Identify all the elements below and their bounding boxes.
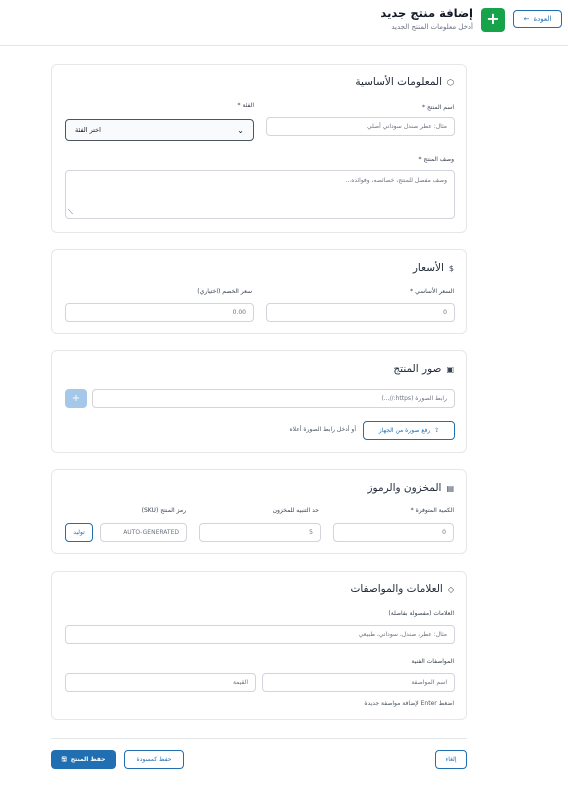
add-image-button-label: + (71, 393, 81, 404)
product-name-label: اسم المنتج * (422, 104, 454, 111)
basic-info-title: ⬡ المعلومات الأساسية (355, 76, 454, 88)
cancel-button-label: إلغاء (445, 756, 457, 763)
cancel-button[interactable]: إلغاء (435, 750, 467, 769)
cube-icon: ⬡ (447, 77, 454, 87)
inventory-title: ▤ المخزون والرموز (367, 482, 454, 494)
tags-input[interactable]: مثال: عطر، صندل، سوداني، طبيعي (65, 625, 455, 644)
upload-hint: أو أدخل رابط الصورة أعلاه (289, 426, 356, 433)
tag-icon: ◇ (447, 584, 454, 594)
tags-specs-title: ◇ العلامات والمواصفات (350, 583, 454, 595)
sku-input[interactable]: AUTO-GENERATED (100, 523, 187, 542)
resize-handle-icon[interactable]: ⟋ (68, 208, 73, 217)
product-name-input[interactable]: مثال: عطر صندل سوداني أصلي (266, 117, 455, 136)
threshold-input[interactable]: 5 (199, 523, 321, 542)
category-select[interactable]: ⌄ اختر الفئة (65, 119, 254, 141)
inventory-title-text: المخزون والرموز (367, 482, 442, 494)
dollar-icon: $ (448, 263, 454, 273)
tags-specs-title-text: العلامات والمواصفات (350, 583, 443, 595)
upload-image-button[interactable]: ⇪ رفع صورة من الجهاز (363, 421, 455, 440)
threshold-label: حد التنبيه للمخزون (272, 507, 319, 514)
spec-name-input[interactable]: اسم المواصفة (262, 673, 455, 692)
specs-hint: اضغط Enter لإضافة مواصفة جديدة (364, 700, 454, 707)
description-textarea[interactable]: وصف مفصل للمنتج، خصائصه، وفوائده... ⟋ (65, 170, 455, 219)
back-button-label: العودة (533, 15, 552, 23)
page-header: العودة ← + إضافة منتج جديد أدخل معلومات … (0, 0, 568, 46)
category-select-value: اختر الفئة (75, 126, 101, 134)
discount-price-label: سعر الخصم (اختياري) (197, 288, 252, 295)
description-label: وصف المنتج * (418, 156, 454, 163)
images-title: ▣ صور المنتج (393, 363, 454, 375)
arrow-left-icon: ← (523, 15, 530, 23)
back-button[interactable]: العودة ← (513, 10, 562, 28)
save-draft-button[interactable]: حفظ كمسودة (124, 750, 184, 769)
quantity-input[interactable]: 0 (333, 523, 454, 542)
images-card: ▣ صور المنتج + رابط الصورة (https://...)… (51, 350, 467, 453)
save-product-button[interactable]: حفظ المنتج 🖫 (51, 750, 116, 769)
basic-info-title-text: المعلومات الأساسية (355, 76, 443, 88)
base-price-label: السعر الأساسي * (410, 288, 454, 295)
image-icon: ▣ (446, 364, 454, 374)
box-icon: ▤ (446, 483, 454, 493)
images-title-text: صور المنتج (393, 363, 442, 375)
plus-icon: + (481, 8, 505, 32)
spec-value-input[interactable]: القيمة (65, 673, 256, 692)
discount-price-input[interactable]: 0.00 (65, 303, 254, 322)
upload-icon: ⇪ (434, 427, 440, 434)
pricing-card: $ الأسعار السعر الأساسي * 0 سعر الخصم (ا… (51, 249, 467, 334)
category-label: الفئة * (237, 102, 254, 109)
generate-sku-button-label: توليد (73, 529, 85, 536)
image-url-input[interactable]: رابط الصورة (https://...) (92, 389, 455, 408)
page-title: إضافة منتج جديد (380, 6, 473, 20)
pricing-title: $ الأسعار (413, 262, 454, 274)
inventory-card: ▤ المخزون والرموز الكمية المتوفرة * 0 حد… (51, 469, 467, 554)
page-subtitle: أدخل معلومات المنتج الجديد (391, 23, 473, 31)
save-product-button-label: حفظ المنتج (70, 756, 106, 763)
save-icon: 🖫 (61, 755, 67, 763)
footer-divider (51, 738, 467, 739)
add-image-button[interactable]: + (65, 389, 87, 408)
save-draft-button-label: حفظ كمسودة (136, 756, 172, 763)
sku-label: رمز المنتج (SKU) (141, 507, 186, 514)
basic-info-card: ⬡ المعلومات الأساسية اسم المنتج * مثال: … (51, 64, 467, 233)
base-price-input[interactable]: 0 (266, 303, 455, 322)
description-placeholder: وصف مفصل للمنتج، خصائصه، وفوائده... (345, 177, 447, 184)
tags-specs-card: ◇ العلامات والمواصفات العلامات (مفصولة ب… (51, 571, 467, 720)
specs-label: المواصفات الفنية (411, 658, 454, 665)
upload-image-button-label: رفع صورة من الجهاز (378, 427, 431, 434)
pricing-title-text: الأسعار (412, 262, 444, 274)
generate-sku-button[interactable]: توليد (65, 523, 93, 542)
quantity-label: الكمية المتوفرة * (410, 507, 454, 514)
chevron-down-icon: ⌄ (237, 125, 244, 135)
tags-label: العلامات (مفصولة بفاصلة) (388, 610, 454, 617)
